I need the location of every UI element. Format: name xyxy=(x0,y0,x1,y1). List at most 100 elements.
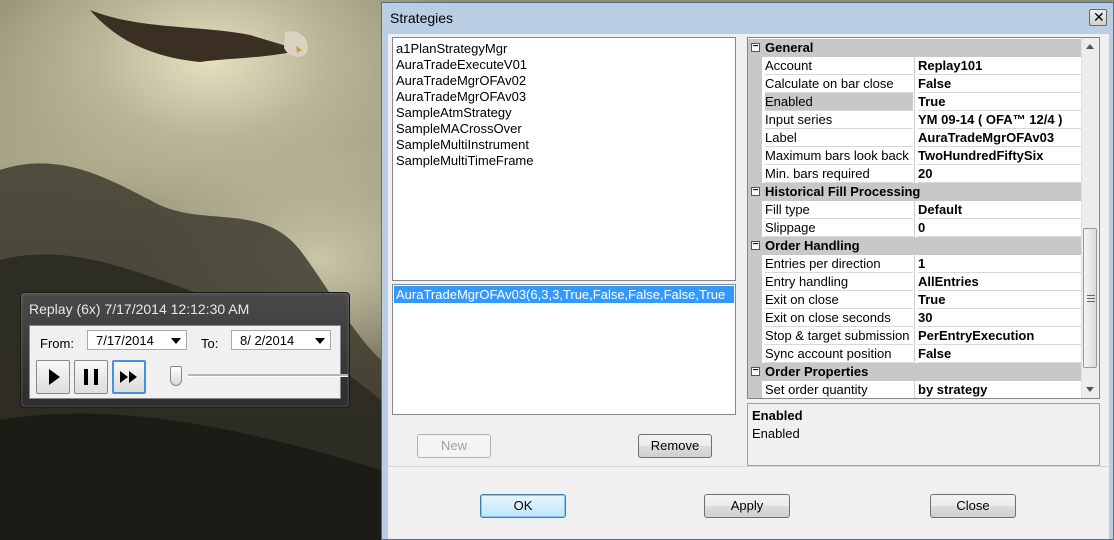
property-row-stop-target-submission[interactable]: Stop & target submission PerEntryExecuti… xyxy=(748,327,1082,345)
remove-button[interactable]: Remove xyxy=(638,434,712,458)
property-row-entry-handling[interactable]: Entry handling AllEntries xyxy=(748,273,1082,291)
property-value[interactable]: 20 xyxy=(918,165,1082,183)
selected-strategy-instance[interactable]: AuraTradeMgrOFAv03(6,3,3,True,False,Fals… xyxy=(394,286,734,303)
property-value[interactable]: TwoHundredFiftySix xyxy=(918,147,1082,165)
to-date-value: 8/ 2/2014 xyxy=(240,333,295,348)
property-row-enabled[interactable]: Enabled True xyxy=(748,93,1082,111)
category-general[interactable]: − General xyxy=(748,39,1082,57)
property-row-calculate-on-bar-close[interactable]: Calculate on bar close False xyxy=(748,75,1082,93)
property-name: Calculate on bar close xyxy=(765,75,913,93)
from-date-picker[interactable]: 7/17/2014 xyxy=(87,330,187,350)
property-row-account[interactable]: Account Replay101 xyxy=(748,57,1082,75)
ok-button[interactable]: OK xyxy=(480,494,566,518)
strategy-list[interactable]: a1PlanStrategyMgr AuraTradeExecuteV01 Au… xyxy=(392,37,736,281)
property-value[interactable]: True xyxy=(918,291,1082,309)
column-separator xyxy=(914,57,915,75)
strategy-list-item[interactable]: SampleAtmStrategy xyxy=(396,105,512,121)
property-row-maximum-bars-look-back[interactable]: Maximum bars look back TwoHundredFiftySi… xyxy=(748,147,1082,165)
row-margin xyxy=(748,381,762,398)
scroll-up-icon[interactable] xyxy=(1086,44,1094,49)
strategy-list-item[interactable]: SampleMultiTimeFrame xyxy=(396,153,534,169)
property-row-min-bars-required[interactable]: Min. bars required 20 xyxy=(748,165,1082,183)
close-button[interactable]: Close xyxy=(930,494,1016,518)
to-date-picker[interactable]: 8/ 2/2014 xyxy=(231,330,331,350)
play-button[interactable] xyxy=(36,360,70,394)
column-separator xyxy=(914,291,915,309)
row-margin xyxy=(748,129,762,147)
property-value[interactable]: AuraTradeMgrOFAv03 xyxy=(918,129,1082,147)
column-separator xyxy=(914,111,915,129)
row-margin xyxy=(748,93,762,111)
strategy-list-item[interactable]: AuraTradeExecuteV01 xyxy=(396,57,527,73)
strategy-list-item[interactable]: SampleMACrossOver xyxy=(396,121,522,137)
collapse-icon[interactable]: − xyxy=(751,42,760,52)
category-order-properties[interactable]: − Order Properties xyxy=(748,363,1082,381)
row-margin xyxy=(748,309,762,327)
play-icon xyxy=(49,369,60,385)
strategy-list-item[interactable]: a1PlanStrategyMgr xyxy=(396,41,507,57)
footer-divider xyxy=(388,466,1109,467)
property-value[interactable]: PerEntryExecution xyxy=(918,327,1082,345)
column-separator xyxy=(914,255,915,273)
row-margin xyxy=(748,273,762,291)
property-name: Entries per direction xyxy=(765,255,913,273)
property-name: Sync account position xyxy=(765,345,913,363)
fast-forward-button[interactable] xyxy=(112,360,146,394)
property-name: Entry handling xyxy=(765,273,913,291)
property-value[interactable]: AllEntries xyxy=(918,273,1082,291)
property-row-entries-per-direction[interactable]: Entries per direction 1 xyxy=(748,255,1082,273)
strategy-instance-list[interactable]: AuraTradeMgrOFAv03(6,3,3,True,False,Fals… xyxy=(392,284,736,415)
property-row-sync-account-position[interactable]: Sync account position False xyxy=(748,345,1082,363)
category-historical-fill-processing[interactable]: − Historical Fill Processing xyxy=(748,183,1082,201)
replay-speed-slider[interactable] xyxy=(170,366,182,386)
collapse-icon[interactable]: − xyxy=(751,186,760,196)
property-value[interactable]: 1 xyxy=(918,255,1082,273)
property-grid: − General Account Replay101 Calculate on… xyxy=(747,37,1100,399)
property-row-slippage[interactable]: Slippage 0 xyxy=(748,219,1082,237)
pause-icon xyxy=(84,369,98,385)
collapse-icon[interactable]: − xyxy=(751,366,760,376)
property-name: Stop & target submission xyxy=(765,327,913,345)
property-name: Fill type xyxy=(765,201,913,219)
fast-forward-icon xyxy=(120,371,137,383)
column-separator xyxy=(914,165,915,183)
property-value[interactable]: False xyxy=(918,345,1082,363)
property-value[interactable]: by strategy xyxy=(918,381,1082,398)
row-margin xyxy=(748,201,762,219)
property-row-label[interactable]: Label AuraTradeMgrOFAv03 xyxy=(748,129,1082,147)
strategy-list-item[interactable]: AuraTradeMgrOFAv03 xyxy=(396,89,526,105)
property-row-input-series[interactable]: Input series YM 09-14 ( OFA™ 12/4 ) xyxy=(748,111,1082,129)
column-separator xyxy=(914,75,915,93)
strategy-list-item[interactable]: AuraTradeMgrOFAv02 xyxy=(396,73,526,89)
new-button[interactable]: New xyxy=(417,434,491,458)
strategy-list-item[interactable]: SampleMultiInstrument xyxy=(396,137,529,153)
property-value[interactable]: Default xyxy=(918,201,1082,219)
category-label: Historical Fill Processing xyxy=(765,184,921,199)
help-title: Enabled xyxy=(752,408,803,423)
property-row-fill-type[interactable]: Fill type Default xyxy=(748,201,1082,219)
property-grid-scrollbar[interactable] xyxy=(1081,38,1099,398)
pause-button[interactable] xyxy=(74,360,108,394)
dialog-close-button[interactable]: ✕ xyxy=(1089,9,1107,26)
scroll-down-icon[interactable] xyxy=(1086,387,1094,392)
category-order-handling[interactable]: − Order Handling xyxy=(748,237,1082,255)
from-date-value: 7/17/2014 xyxy=(96,333,154,348)
property-row-exit-on-close-seconds[interactable]: Exit on close seconds 30 xyxy=(748,309,1082,327)
replay-speed-track xyxy=(188,374,348,377)
row-margin xyxy=(748,345,762,363)
column-separator xyxy=(914,129,915,147)
property-value[interactable]: YM 09-14 ( OFA™ 12/4 ) xyxy=(918,111,1082,129)
property-value[interactable]: Replay101 xyxy=(918,57,1082,75)
column-separator xyxy=(914,273,915,291)
property-value[interactable]: 30 xyxy=(918,309,1082,327)
property-value[interactable]: 0 xyxy=(918,219,1082,237)
property-value[interactable]: False xyxy=(918,75,1082,93)
collapse-icon[interactable]: − xyxy=(751,240,760,250)
property-value[interactable]: True xyxy=(918,93,1082,111)
property-row-exit-on-close[interactable]: Exit on close True xyxy=(748,291,1082,309)
chevron-down-icon xyxy=(315,338,325,344)
property-row-set-order-quantity[interactable]: Set order quantity by strategy xyxy=(748,381,1082,398)
property-name: Min. bars required xyxy=(765,165,913,183)
scrollbar-thumb[interactable] xyxy=(1083,228,1097,368)
apply-button[interactable]: Apply xyxy=(704,494,790,518)
